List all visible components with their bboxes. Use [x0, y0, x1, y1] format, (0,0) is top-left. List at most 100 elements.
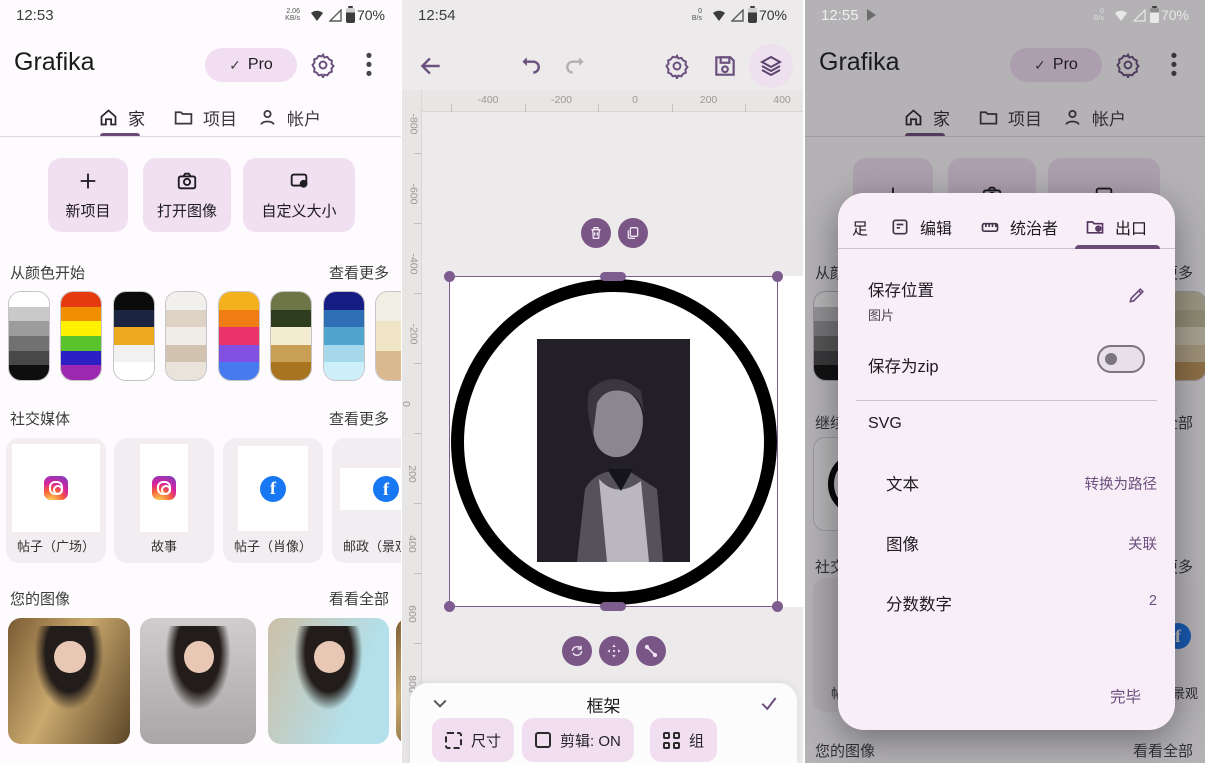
group-button[interactable]: 组	[650, 718, 717, 762]
back-button[interactable]	[418, 53, 444, 79]
move-tool-button[interactable]	[599, 636, 629, 666]
settings-gear-icon[interactable]	[664, 53, 690, 79]
rotate-icon	[569, 643, 585, 659]
color-palette[interactable]	[8, 291, 50, 381]
edit-panel-icon	[890, 217, 910, 237]
tab-home[interactable]: 家	[98, 100, 145, 134]
dialog-divider	[856, 400, 1157, 401]
dialog-tab-ruler[interactable]: 统治者	[980, 215, 1058, 239]
settings-gear-icon[interactable]	[310, 52, 336, 78]
selection-handle-se[interactable]	[772, 601, 783, 612]
see-more-colors-link[interactable]: 查看更多	[329, 262, 389, 283]
tab-account[interactable]: 帐户	[257, 100, 321, 134]
network-speed: 0B/s	[692, 8, 702, 22]
group-icon	[663, 732, 680, 749]
status-time: 12:55	[821, 7, 859, 24]
selection-handle-sw[interactable]	[444, 601, 455, 612]
battery-icon	[748, 8, 757, 23]
confirm-check-icon[interactable]	[759, 693, 779, 713]
dialog-tab-partial[interactable]: 足	[852, 215, 868, 239]
svg-text-label[interactable]: 文本	[886, 471, 919, 495]
dialog-tab-export[interactable]: 出口	[1085, 215, 1147, 239]
custom-size-button[interactable]: 自定义大小	[243, 158, 355, 232]
save-zip-toggle-off[interactable]	[1097, 345, 1145, 373]
color-palette[interactable]	[113, 291, 155, 381]
facebook-icon: f	[373, 476, 399, 502]
svg-image-label[interactable]: 图像	[886, 531, 919, 555]
duplicate-object-button[interactable]	[618, 218, 648, 248]
color-palette[interactable]	[375, 291, 401, 381]
color-palette[interactable]	[323, 291, 365, 381]
pro-button[interactable]: ✓Pro	[205, 48, 297, 82]
instagram-icon	[152, 476, 176, 500]
dashed-rect-icon	[445, 732, 462, 749]
home-screen: 12:53 2.06KB/s 70% Grafika ✓Pro ••• 家 项目…	[0, 0, 401, 763]
user-photo-thumbnail[interactable]	[396, 618, 401, 744]
template-post-landscape[interactable]: f 邮政（景观）	[332, 438, 401, 563]
user-photo-thumbnail[interactable]	[268, 618, 389, 744]
tab-projects[interactable]: 项目	[173, 100, 237, 134]
done-button[interactable]: 完毕	[1110, 685, 1141, 707]
section-social-media: 社交媒体	[10, 408, 70, 429]
camera-icon	[176, 170, 198, 192]
rotate-tool-button[interactable]	[562, 636, 592, 666]
battery-icon	[346, 8, 355, 23]
delete-object-button[interactable]	[581, 218, 611, 248]
fraction-digits-value[interactable]: 2	[1149, 593, 1157, 609]
svg-image-value[interactable]: 关联	[1128, 533, 1157, 554]
fraction-digits-label[interactable]: 分数数字	[886, 591, 952, 615]
cellular-icon	[731, 9, 744, 22]
open-image-button[interactable]: 打开图像	[143, 158, 231, 232]
section-your-images: 您的图像	[10, 588, 70, 609]
undo-button[interactable]	[516, 53, 542, 79]
selection-handle-ne[interactable]	[772, 271, 783, 282]
new-project-button[interactable]: 新项目	[48, 158, 128, 232]
battery-icon	[1150, 8, 1159, 23]
pencil-edit-icon[interactable]	[1127, 285, 1147, 305]
export-folder-icon	[1085, 217, 1105, 237]
home-screen-with-dialog: 12:55 0B/s 70% Grafika ✓Pro ••• 家 项目 帐户	[805, 0, 1205, 763]
user-photo-thumbnail[interactable]	[140, 618, 256, 744]
page-title: Grafika	[14, 48, 95, 77]
editor-screen: 12:54 0B/s 70% -400-2000200400 -800-600-…	[402, 0, 803, 763]
color-palette[interactable]	[165, 291, 207, 381]
layers-icon	[759, 54, 783, 78]
template-post-square[interactable]: 帖子（广场）	[6, 438, 106, 563]
sheet-title: 框架	[410, 692, 797, 717]
overflow-menu-icon[interactable]: •••	[364, 52, 374, 79]
color-palette[interactable]	[218, 291, 260, 381]
check-icon: ✓	[229, 57, 241, 74]
see-more-social-link[interactable]: 查看更多	[329, 408, 389, 429]
status-bar: 12:54 0B/s 70%	[402, 0, 803, 30]
save-location-value: 图片	[868, 305, 894, 324]
wifi-icon	[712, 9, 726, 22]
dialog-tab-edit[interactable]: 编辑	[890, 215, 952, 239]
template-story[interactable]: 故事	[114, 438, 214, 563]
status-bar: 12:55 0B/s 70%	[805, 0, 1205, 30]
battery-indicator: 70%	[346, 7, 385, 23]
save-as-zip-label: 保存为zip	[868, 353, 939, 377]
size-button[interactable]: 尺寸	[432, 718, 514, 762]
selection-handle-nw[interactable]	[444, 271, 455, 282]
save-location-label[interactable]: 保存位置	[868, 277, 934, 301]
section-start-colors: 从颜色开始	[10, 262, 85, 283]
resize-frame-icon	[288, 170, 310, 192]
selection-box[interactable]	[449, 276, 778, 607]
selection-handle-s[interactable]	[600, 602, 626, 611]
color-palette[interactable]	[270, 291, 312, 381]
redo-button[interactable]	[564, 53, 590, 79]
template-post-portrait[interactable]: f 帖子（肖像）	[223, 438, 323, 563]
toggle-knob	[1105, 353, 1117, 365]
screen-record-icon	[867, 9, 876, 21]
cellular-icon	[329, 9, 342, 22]
color-palette[interactable]	[60, 291, 102, 381]
see-all-images-link[interactable]: 看看全部	[329, 588, 389, 609]
svg-text-value[interactable]: 转换为路径	[1085, 473, 1158, 494]
user-photo-thumbnail[interactable]	[8, 618, 130, 744]
selection-handle-n[interactable]	[600, 272, 626, 281]
layers-button[interactable]	[749, 44, 793, 88]
clip-toggle-button[interactable]: 剪辑: ON	[522, 718, 634, 762]
save-button[interactable]	[712, 53, 738, 79]
trash-icon	[588, 225, 604, 241]
line-tool-button[interactable]	[636, 636, 666, 666]
